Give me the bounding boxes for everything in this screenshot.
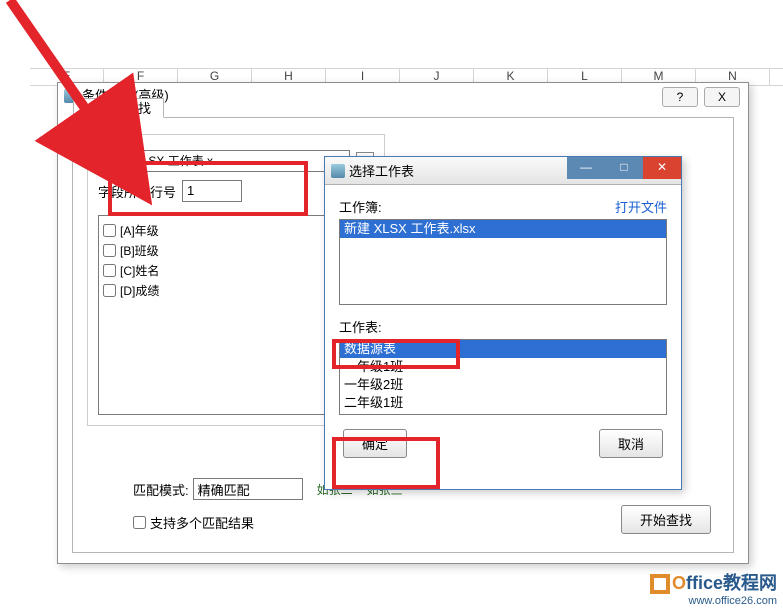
start-search-button[interactable]: 开始查找	[621, 505, 711, 534]
list-item[interactable]: 新建 XLSX 工作表.xlsx	[340, 220, 666, 238]
ok-button[interactable]: 确定	[343, 429, 407, 458]
list-item[interactable]: 二年级1班	[340, 394, 666, 412]
checkbox[interactable]	[103, 224, 116, 237]
help-button[interactable]: ?	[662, 87, 698, 107]
watermark-url: www.office26.com	[650, 595, 777, 607]
close-icon[interactable]: ✕	[643, 157, 681, 179]
workbook-listbox[interactable]: 新建 XLSX 工作表.xlsx	[339, 219, 667, 305]
app-icon	[331, 164, 345, 178]
window-buttons: — □ ✕	[567, 157, 681, 179]
checkbox[interactable]	[103, 264, 116, 277]
watermark: Office教程网 www.office26.com	[650, 569, 777, 607]
maximize-icon[interactable]: □	[605, 157, 643, 179]
close-button[interactable]: X	[704, 87, 740, 107]
watermark-brand-rest: ffice教程网	[686, 573, 777, 593]
minimize-icon[interactable]: —	[567, 157, 605, 179]
list-item[interactable]: 一年级1班	[340, 358, 666, 376]
worksheet-listbox[interactable]: 数据源表 一年级1班 一年级2班 二年级1班	[339, 339, 667, 415]
cancel-button[interactable]: 取消	[599, 429, 663, 458]
checkbox[interactable]	[103, 244, 116, 257]
match-mode-label: 匹配模式:	[133, 480, 189, 499]
multi-result-checkbox[interactable]	[133, 516, 146, 529]
checklist-label: [A]年级	[120, 222, 159, 239]
open-file-link[interactable]: 打开文件	[615, 197, 667, 216]
match-mode-combo[interactable]: 精确匹配	[193, 478, 303, 500]
datasource-legend: 数据源	[96, 126, 140, 143]
select-dialog-title: 选择工作表	[349, 161, 414, 180]
checkbox[interactable]	[103, 284, 116, 297]
tab-1d-search[interactable]: 一维表查找	[73, 98, 164, 118]
checklist-label: [D]成绩	[120, 282, 159, 299]
multi-result-label: 支持多个匹配结果	[150, 513, 254, 532]
watermark-brand-o: O	[672, 573, 686, 593]
list-item[interactable]: 数据源表	[340, 340, 666, 358]
field-row-input[interactable]: 1	[182, 180, 242, 202]
workbook-label: 工作簿:	[339, 197, 382, 216]
select-worksheet-dialog: 选择工作表 — □ ✕ 工作簿: 打开文件 新建 XLSX 工作表.xlsx 工…	[324, 156, 682, 490]
datasource-input[interactable]: [新建 XLSX 工作表.x	[98, 150, 350, 172]
list-item[interactable]: 一年级2班	[340, 376, 666, 394]
select-dialog-titlebar[interactable]: 选择工作表 — □ ✕	[325, 157, 681, 185]
multi-result-row: 支持多个匹配结果	[133, 513, 254, 532]
logo-icon	[650, 574, 670, 594]
worksheet-label: 工作表:	[339, 317, 382, 336]
checklist-label: [C]姓名	[120, 262, 159, 279]
field-row-label: 字段所在行号	[98, 182, 176, 201]
checklist-label: [B]班级	[120, 242, 159, 259]
